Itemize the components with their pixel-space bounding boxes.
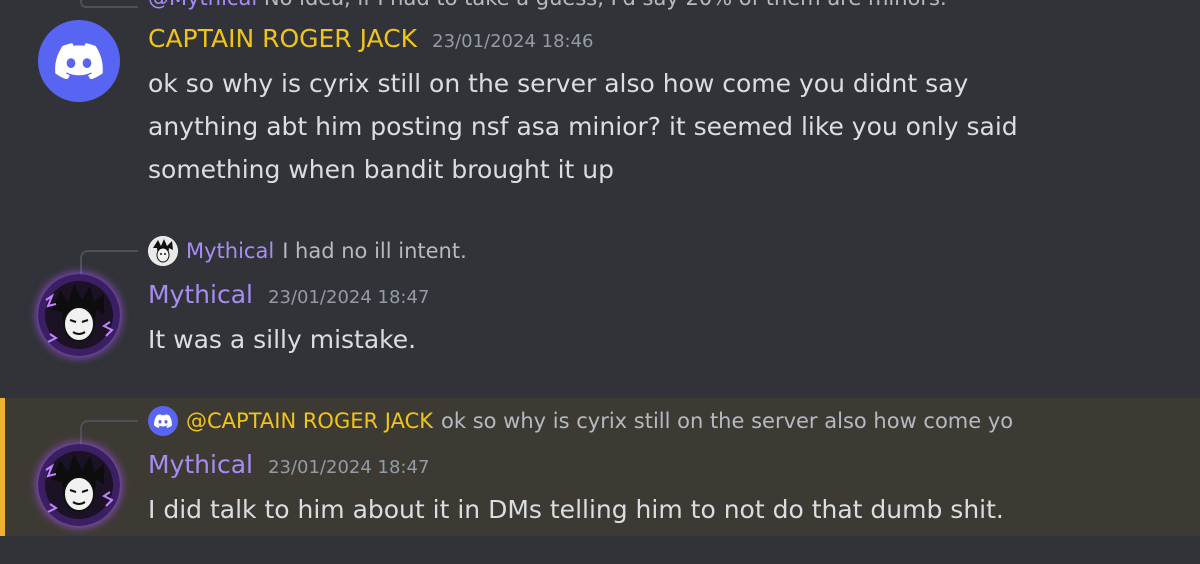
reply-preview[interactable]: @CAPTAIN ROGER JACK ok so why is cyrix s… [148,404,1013,438]
message-3: @CAPTAIN ROGER JACK ok so why is cyrix s… [0,398,1200,536]
anime-avatar-icon [38,274,120,356]
username[interactable]: Mythical [148,450,253,479]
reply-text: ok so why is cyrix still on the server a… [441,409,1014,433]
message-content: I did talk to him about it in DMs tellin… [148,488,1168,531]
reply-author[interactable]: Mythical [186,239,274,263]
chat-log: @Mythical No idea, if I had to take a gu… [0,0,1200,564]
message-content: ok so why is cyrix still on the server a… [148,62,1168,191]
reply-preview[interactable]: Mythical I had no ill intent. [148,234,467,268]
message-header: Mythical 23/01/2024 18:47 [148,450,429,479]
message-header: Mythical 23/01/2024 18:47 [148,280,429,309]
anime-avatar-icon [38,444,120,526]
timestamp: 23/01/2024 18:47 [268,457,430,478]
message-line: ok so why is cyrix still on the server a… [148,69,969,98]
timestamp: 23/01/2024 18:46 [432,31,594,52]
mythical-avatar[interactable] [38,444,120,526]
mythical-avatar[interactable] [38,274,120,356]
reply-author[interactable]: @CAPTAIN ROGER JACK [186,409,433,433]
discord-logo-icon [55,43,103,79]
message-line: I did talk to him about it in DMs tellin… [148,495,1004,524]
discord-mini-icon [148,406,178,436]
message-line: anything abt him posting nsf asa minior?… [148,112,1018,141]
message-header: CAPTAIN ROGER JACK 23/01/2024 18:46 [148,24,594,53]
timestamp: 23/01/2024 18:47 [268,287,430,308]
message-1: CAPTAIN ROGER JACK 23/01/2024 18:46 ok s… [0,0,1200,230]
message-2: Mythical I had no ill intent. Mythical 2… [0,230,1200,390]
message-line: something when bandit brought it up [148,155,614,184]
mini-avatar-icon [148,236,178,266]
reply-text: I had no ill intent. [282,239,467,263]
discord-avatar[interactable] [38,20,120,102]
username[interactable]: CAPTAIN ROGER JACK [148,24,417,53]
message-content: It was a silly mistake. [148,318,1168,361]
username[interactable]: Mythical [148,280,253,309]
message-line: It was a silly mistake. [148,325,417,354]
